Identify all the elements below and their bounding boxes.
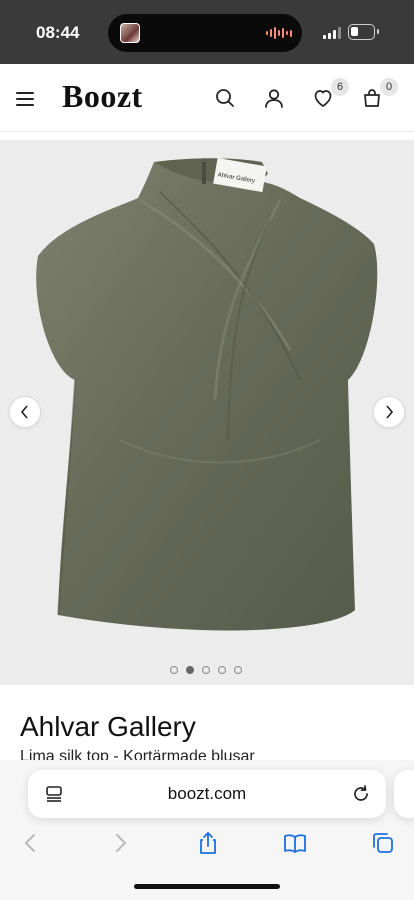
product-image-gallery[interactable]: Ahlvar Gallery <box>0 140 414 685</box>
next-tab-peek[interactable] <box>394 770 414 818</box>
now-playing-thumbnail <box>120 23 140 43</box>
product-brand[interactable]: Ahlvar Gallery <box>20 711 196 743</box>
bookmarks-icon[interactable] <box>282 830 308 856</box>
back-icon[interactable] <box>18 830 44 856</box>
site-logo[interactable]: Boozt <box>62 78 143 115</box>
share-icon[interactable] <box>195 830 221 856</box>
battery-icon <box>348 24 379 40</box>
status-bar: 08:44 <box>0 0 414 64</box>
chevron-right-icon <box>386 405 394 419</box>
dynamic-island[interactable] <box>108 14 302 52</box>
cellular-signal-icon <box>323 27 341 39</box>
gallery-dot[interactable] <box>170 666 178 674</box>
forward-icon[interactable] <box>107 830 133 856</box>
menu-icon[interactable] <box>16 92 34 106</box>
browser-toolbar: boozt.com <box>0 760 414 900</box>
next-image-button[interactable] <box>373 396 405 428</box>
status-time: 08:44 <box>36 23 80 42</box>
product-image[interactable]: Ahlvar Gallery <box>0 140 414 685</box>
previous-image-button[interactable] <box>9 396 41 428</box>
tabs-icon[interactable] <box>370 830 396 856</box>
wishlist-button[interactable]: 6 <box>311 78 349 110</box>
gallery-dot[interactable] <box>202 666 210 674</box>
site-header: Boozt 6 0 <box>0 64 414 132</box>
home-indicator[interactable] <box>134 884 280 889</box>
gallery-dot[interactable] <box>218 666 226 674</box>
wishlist-count-badge: 6 <box>331 78 349 96</box>
cart-count-badge: 0 <box>380 78 398 96</box>
account-icon[interactable] <box>262 86 286 110</box>
gallery-pagination <box>170 666 242 674</box>
address-bar[interactable]: boozt.com <box>28 770 386 818</box>
gallery-dot-active[interactable] <box>186 666 194 674</box>
battery-level <box>351 27 358 36</box>
audio-wave-icon <box>266 26 292 40</box>
url-text[interactable]: boozt.com <box>28 784 386 804</box>
chevron-left-icon <box>20 405 28 419</box>
search-icon[interactable] <box>213 86 237 110</box>
reload-icon[interactable] <box>350 783 372 805</box>
gallery-dot[interactable] <box>234 666 242 674</box>
cart-button[interactable]: 0 <box>360 78 398 110</box>
